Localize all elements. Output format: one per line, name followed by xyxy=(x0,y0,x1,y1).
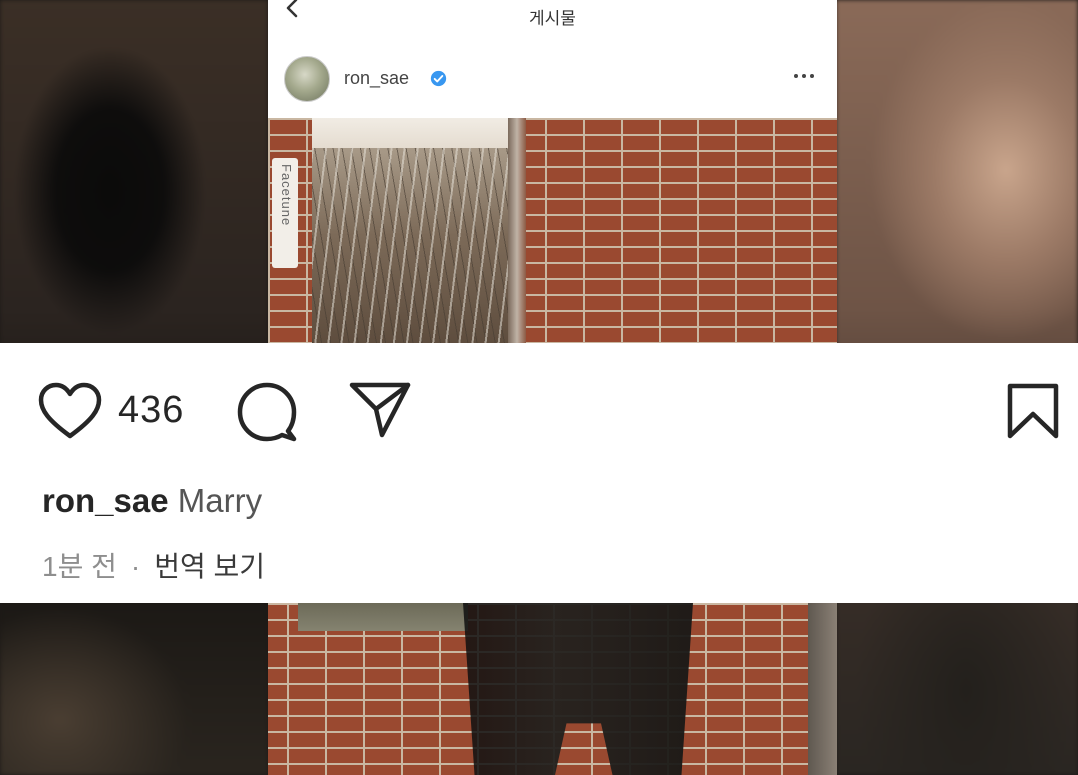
caption-text: Marry xyxy=(177,482,263,519)
post-meta-row: 1분 전 · 번역 보기 xyxy=(42,545,265,585)
post-photo[interactable]: Facetune xyxy=(268,118,837,343)
top-bar: 게시물 xyxy=(268,0,837,40)
more-options-icon[interactable] xyxy=(790,68,820,84)
post-caption: ron_sae Marry xyxy=(42,482,262,520)
photo-wall-edge xyxy=(508,118,526,343)
post-author-row: ron_sae xyxy=(268,50,837,110)
post-timestamp: 1분 전 xyxy=(42,551,117,582)
photo-wall-corner xyxy=(808,603,837,775)
see-translation-link[interactable]: 번역 보기 xyxy=(154,551,265,582)
page-title: 게시물 xyxy=(529,9,576,28)
caption-username[interactable]: ron_sae xyxy=(42,482,169,519)
like-count[interactable]: 436 xyxy=(118,389,184,432)
verified-badge-icon xyxy=(430,70,447,87)
avatar[interactable] xyxy=(284,56,330,102)
meta-separator: · xyxy=(130,551,141,582)
bookmark-icon[interactable] xyxy=(1006,382,1060,440)
photo-window-trees xyxy=(312,148,508,343)
like-heart-icon[interactable] xyxy=(38,382,102,440)
post-photo-continued xyxy=(268,603,837,775)
brick-wall-right xyxy=(526,118,837,343)
comment-icon[interactable] xyxy=(236,381,298,443)
facetune-watermark-text: Facetune xyxy=(279,164,294,227)
share-paper-plane-icon[interactable] xyxy=(348,379,412,439)
photo-coat xyxy=(298,603,468,631)
author-username[interactable]: ron_sae xyxy=(344,68,409,89)
